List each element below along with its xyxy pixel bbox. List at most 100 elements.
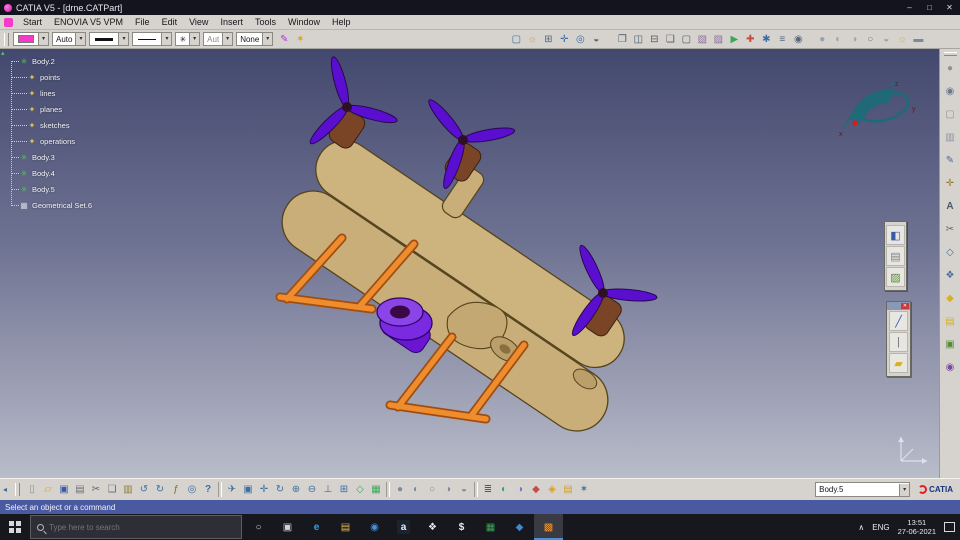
tree-item-points[interactable]: ✦ points bbox=[7, 69, 92, 85]
toolbar-grip[interactable] bbox=[943, 52, 957, 56]
named-views-icon[interactable]: ▦ bbox=[368, 482, 384, 498]
line-weight-select[interactable]: ▾ bbox=[89, 32, 130, 46]
datum-icon[interactable]: ◆ bbox=[528, 482, 544, 498]
graph-tree-icon[interactable]: ≣ bbox=[480, 482, 496, 498]
sketcher-icon[interactable]: ✎ bbox=[941, 152, 959, 169]
3d-viewport[interactable]: ▴ ✳ Body.2 ✦ points ✦ lines ✦ planes ✦ s… bbox=[0, 49, 960, 478]
new-document-icon[interactable]: ▯ bbox=[24, 482, 40, 498]
chevron-down-icon[interactable]: ▾ bbox=[262, 33, 273, 45]
toolbar-grip[interactable] bbox=[4, 32, 9, 46]
customize-icon[interactable]: ✚ bbox=[742, 31, 758, 47]
save-icon[interactable]: ▣ bbox=[56, 482, 72, 498]
search-icon[interactable]: ◎ bbox=[184, 482, 200, 498]
full-screen-icon[interactable]: ▢ bbox=[678, 31, 694, 47]
chevron-down-icon[interactable]: ▾ bbox=[161, 33, 172, 45]
fly-mode-icon[interactable]: ✈ bbox=[224, 482, 240, 498]
tile-vertical-icon[interactable]: ⊟ bbox=[646, 31, 662, 47]
magnifier-icon[interactable]: ◎ bbox=[572, 31, 588, 47]
new-window-icon[interactable]: ❐ bbox=[614, 31, 630, 47]
tree-item-planes[interactable]: ✦ planes bbox=[7, 101, 92, 117]
close-button[interactable]: ✕ bbox=[943, 3, 956, 12]
apply-material-icon[interactable]: ◆ bbox=[941, 290, 959, 307]
pattern-icon[interactable]: ❖ bbox=[941, 267, 959, 284]
shading-view-icon[interactable]: ● bbox=[392, 482, 408, 498]
line-type-select[interactable]: ▾ bbox=[132, 32, 173, 46]
panel-sheet-icon[interactable]: ▤ bbox=[886, 246, 905, 266]
menu-start[interactable]: Start bbox=[17, 17, 48, 27]
open-icon[interactable]: ▱ bbox=[40, 482, 56, 498]
multi-view-icon[interactable]: ⊞ bbox=[336, 482, 352, 498]
maximize-button[interactable]: □ bbox=[923, 3, 936, 12]
line-tool-icon[interactable]: ╱ bbox=[889, 311, 908, 331]
tree-item-lines[interactable]: ✦ lines bbox=[7, 85, 92, 101]
camera-icon[interactable]: ▢ bbox=[508, 31, 524, 47]
depth-effect-icon[interactable]: ◒ bbox=[588, 31, 604, 47]
taskbar-cortana[interactable]: ○ bbox=[244, 514, 273, 540]
light-icon[interactable]: ☼ bbox=[524, 31, 540, 47]
grid-icon[interactable]: ⊞ bbox=[540, 31, 556, 47]
menu-help[interactable]: Help bbox=[326, 17, 357, 27]
taskbar-dropbox[interactable]: ❖ bbox=[418, 514, 447, 540]
3d-model-drone[interactable] bbox=[0, 49, 960, 478]
plane-icon[interactable]: ◇ bbox=[941, 244, 959, 261]
tree-scroll-up-icon[interactable]: ▴ bbox=[1, 49, 5, 57]
chevron-down-icon[interactable]: ▾ bbox=[118, 33, 129, 45]
menu-file[interactable]: File bbox=[129, 17, 156, 27]
macro-play-icon[interactable]: ▶ bbox=[726, 31, 742, 47]
action-center-icon[interactable] bbox=[944, 522, 955, 532]
compass-x-axis[interactable] bbox=[842, 118, 850, 130]
part-body-icon[interactable]: ● bbox=[941, 60, 959, 77]
minimize-button[interactable]: – bbox=[903, 3, 916, 12]
redo-icon[interactable]: ↻ bbox=[152, 482, 168, 498]
trim-icon[interactable]: ✂ bbox=[941, 221, 959, 238]
taskbar-store[interactable]: ◆ bbox=[505, 514, 534, 540]
rotor-front-left[interactable] bbox=[307, 55, 399, 151]
chevron-down-icon[interactable]: ▾ bbox=[75, 33, 86, 45]
opacity-select[interactable]: Auto ▾ bbox=[52, 32, 87, 46]
taskbar-task-view[interactable]: ▣ bbox=[273, 514, 302, 540]
tree-item-body-4[interactable]: ✳ Body.4 bbox=[7, 165, 92, 181]
fill-color-select[interactable]: ▾ bbox=[13, 32, 49, 46]
wireframe-icon[interactable]: ○ bbox=[862, 31, 878, 47]
rotor-rear-right[interactable] bbox=[569, 243, 658, 339]
hide-show-icon[interactable]: ◐ bbox=[496, 482, 512, 498]
layer-select[interactable]: None ▾ bbox=[236, 32, 274, 46]
measure-icon[interactable]: ✛ bbox=[941, 175, 959, 192]
shading-edges-icon[interactable]: ◐ bbox=[830, 31, 846, 47]
lock-update-icon[interactable]: ◈ bbox=[544, 482, 560, 498]
menu-window[interactable]: Window bbox=[282, 17, 326, 27]
knowledge-icon[interactable]: ✶ bbox=[576, 482, 592, 498]
render-tool-icon[interactable]: ▣ bbox=[941, 336, 959, 353]
chevron-down-icon[interactable]: ▾ bbox=[189, 33, 200, 45]
panel-image-icon[interactable]: ▨ bbox=[886, 267, 905, 287]
shading-hidden-edges-icon[interactable]: ◑ bbox=[846, 31, 862, 47]
snap-icon[interactable]: ✛ bbox=[556, 31, 572, 47]
taskbar-amazon[interactable]: a bbox=[389, 514, 418, 540]
material-view-icon[interactable]: ◒ bbox=[456, 482, 472, 498]
chevron-down-icon[interactable]: ▾ bbox=[222, 33, 233, 45]
tray-clock[interactable]: 13:51 27-06-2021 bbox=[898, 518, 936, 536]
view-compass[interactable]: z x y bbox=[835, 77, 920, 139]
menu-enovia[interactable]: ENOVIA V5 VPM bbox=[48, 17, 129, 27]
render-style-select[interactable]: Aut ▾ bbox=[203, 32, 234, 46]
paste-icon[interactable]: ▥ bbox=[120, 482, 136, 498]
normal-view-icon[interactable]: ⊥ bbox=[320, 482, 336, 498]
compass-origin-handle[interactable] bbox=[852, 120, 858, 126]
pad-icon[interactable]: ▢ bbox=[941, 106, 959, 123]
undo-icon[interactable]: ↺ bbox=[136, 482, 152, 498]
toolbar-overflow-left-icon[interactable]: ◂ bbox=[3, 485, 13, 494]
menu-edit[interactable]: Edit bbox=[156, 17, 184, 27]
tree-item-body-2[interactable]: ✳ Body.2 bbox=[7, 53, 92, 69]
tree-item-geometrical-set-6[interactable]: ▦ Geometrical Set.6 bbox=[7, 197, 92, 213]
menu-view[interactable]: View bbox=[183, 17, 214, 27]
catalog-icon[interactable]: ▤ bbox=[941, 313, 959, 330]
pan-icon[interactable]: ✛ bbox=[256, 482, 272, 498]
zoom-in-icon[interactable]: ⊕ bbox=[288, 482, 304, 498]
taskbar-file-explorer[interactable]: ▤ bbox=[331, 514, 360, 540]
wireframe-view-icon[interactable]: ○ bbox=[424, 482, 440, 498]
standards-icon[interactable]: ≡ bbox=[774, 31, 790, 47]
ground-icon[interactable]: ▬ bbox=[910, 31, 926, 47]
painter-icon[interactable]: ✎ bbox=[276, 31, 292, 47]
shading-icon[interactable]: ● bbox=[814, 31, 830, 47]
tile-horizontal-icon[interactable]: ◫ bbox=[630, 31, 646, 47]
